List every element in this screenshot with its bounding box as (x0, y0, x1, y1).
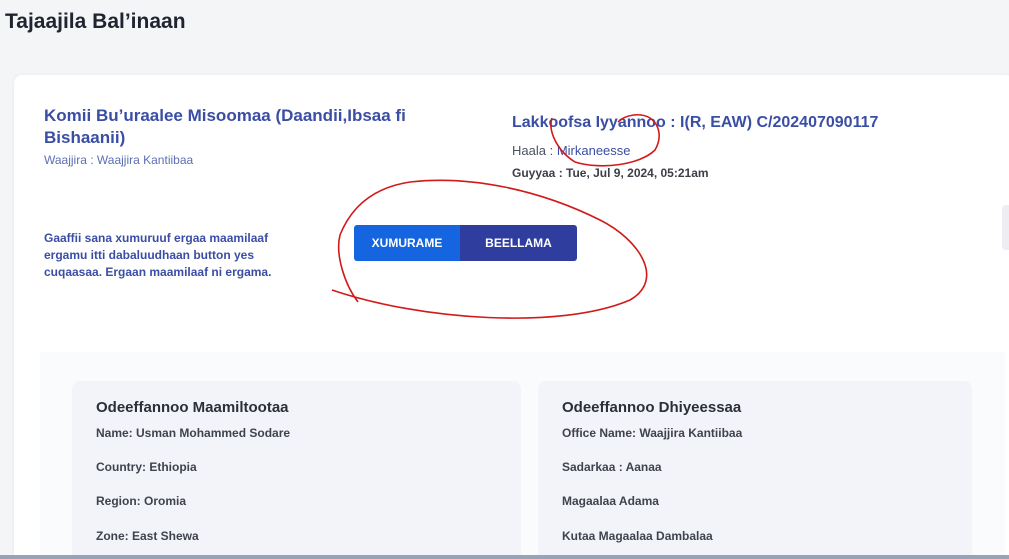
instruction-text: Gaaffii sana xumuruuf ergaa maamilaaf er… (44, 231, 272, 279)
provider-city: Magaalaa Adama (562, 494, 659, 508)
office-line: Waajjira : Waajjira Kantiibaa (44, 153, 194, 167)
bottom-edge (0, 555, 1009, 559)
side-panel-handle[interactable] (1002, 205, 1009, 250)
appointment-button[interactable]: BEELLAMA (460, 225, 577, 261)
provider-subcity: Kutaa Magaalaa Dambalaa (562, 529, 713, 543)
service-title: Komii Bu’uraalee Misoomaa (Daandii,Ibsaa… (44, 106, 406, 147)
finish-button[interactable]: XUMURAME (354, 225, 460, 261)
provider-info-heading: Odeeffannoo Dhiyeessaa (562, 399, 742, 416)
customer-info-heading: Odeeffannoo Maamiltootaa (96, 399, 289, 416)
customer-name: Name: Usman Mohammed Sodare (96, 426, 291, 440)
status-label: Haala : (512, 143, 557, 158)
provider-office: Office Name: Waajjira Kantiibaa (562, 426, 743, 440)
customer-info-card: Odeeffannoo Maamiltootaa Name: Usman Moh… (72, 381, 521, 559)
customer-zone: Zone: East Shewa (96, 529, 199, 543)
provider-level: Sadarkaa : Aanaa (562, 460, 662, 474)
action-button-group: XUMURAME BEELLAMA (354, 225, 577, 261)
request-date: Guyyaa : Tue, Jul 9, 2024, 05:21am (512, 166, 709, 180)
provider-info-card: Odeeffannoo Dhiyeessaa Office Name: Waaj… (538, 381, 972, 559)
status-value: Mirkaneesse (556, 143, 631, 158)
page-title: Tajaajila Bal’inaan (5, 10, 186, 33)
status-line: Haala : Mirkaneesse (512, 143, 631, 158)
customer-country: Country: Ethiopia (96, 460, 197, 474)
customer-region: Region: Oromia (96, 494, 187, 508)
request-number: Lakkoofsa Iyyannoo : I(R, EAW) C/2024070… (512, 114, 879, 131)
